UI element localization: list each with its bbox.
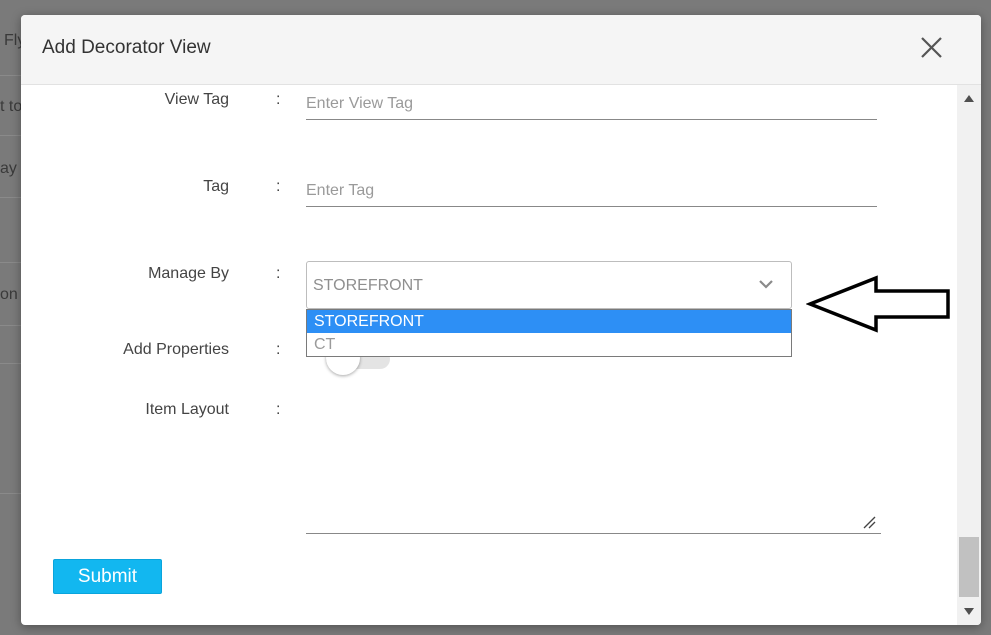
dropdown-option-ct[interactable]: CT xyxy=(307,333,791,356)
background-text: on xyxy=(0,286,18,303)
scroll-down-arrow-icon[interactable] xyxy=(963,607,975,617)
modal-header: Add Decorator View xyxy=(21,15,981,85)
add-properties-colon: : xyxy=(276,341,281,358)
manage-by-selected-value: STOREFRONT xyxy=(313,277,423,294)
arrow-left-icon xyxy=(806,275,950,333)
item-layout-colon: : xyxy=(276,401,281,418)
submit-button[interactable]: Submit xyxy=(53,559,162,594)
dropdown-option-label: STOREFRONT xyxy=(314,313,424,330)
manage-by-colon: : xyxy=(276,265,281,282)
dropdown-option-label: CT xyxy=(314,336,336,353)
close-icon xyxy=(921,37,942,58)
resize-handle-icon[interactable] xyxy=(862,515,876,529)
modal-body: View Tag : Tag : Manage By : STOREFRONT … xyxy=(21,85,957,625)
modal-scrollbar[interactable] xyxy=(957,85,981,625)
scroll-up-arrow-icon[interactable] xyxy=(963,93,975,103)
scroll-thumb[interactable] xyxy=(959,537,979,597)
close-button[interactable] xyxy=(916,33,946,63)
view-tag-colon: : xyxy=(276,91,281,108)
tag-colon: : xyxy=(276,178,281,195)
view-tag-input[interactable] xyxy=(306,89,877,120)
item-layout-textarea[interactable] xyxy=(306,403,881,534)
view-tag-label: View Tag xyxy=(164,91,229,108)
background-text: t to xyxy=(0,98,22,115)
tag-label: Tag xyxy=(203,178,229,195)
manage-by-dropdown-list: STOREFRONT CT xyxy=(306,309,792,357)
item-layout-label: Item Layout xyxy=(145,401,229,418)
manage-by-label: Manage By xyxy=(148,265,229,282)
manage-by-select[interactable]: STOREFRONT xyxy=(306,261,792,309)
modal-title: Add Decorator View xyxy=(42,37,211,58)
chevron-down-icon xyxy=(759,280,773,289)
tag-input[interactable] xyxy=(306,176,877,207)
background-text: ay xyxy=(0,160,17,177)
dropdown-option-storefront[interactable]: STOREFRONT xyxy=(307,310,791,333)
add-properties-label: Add Properties xyxy=(123,341,229,358)
